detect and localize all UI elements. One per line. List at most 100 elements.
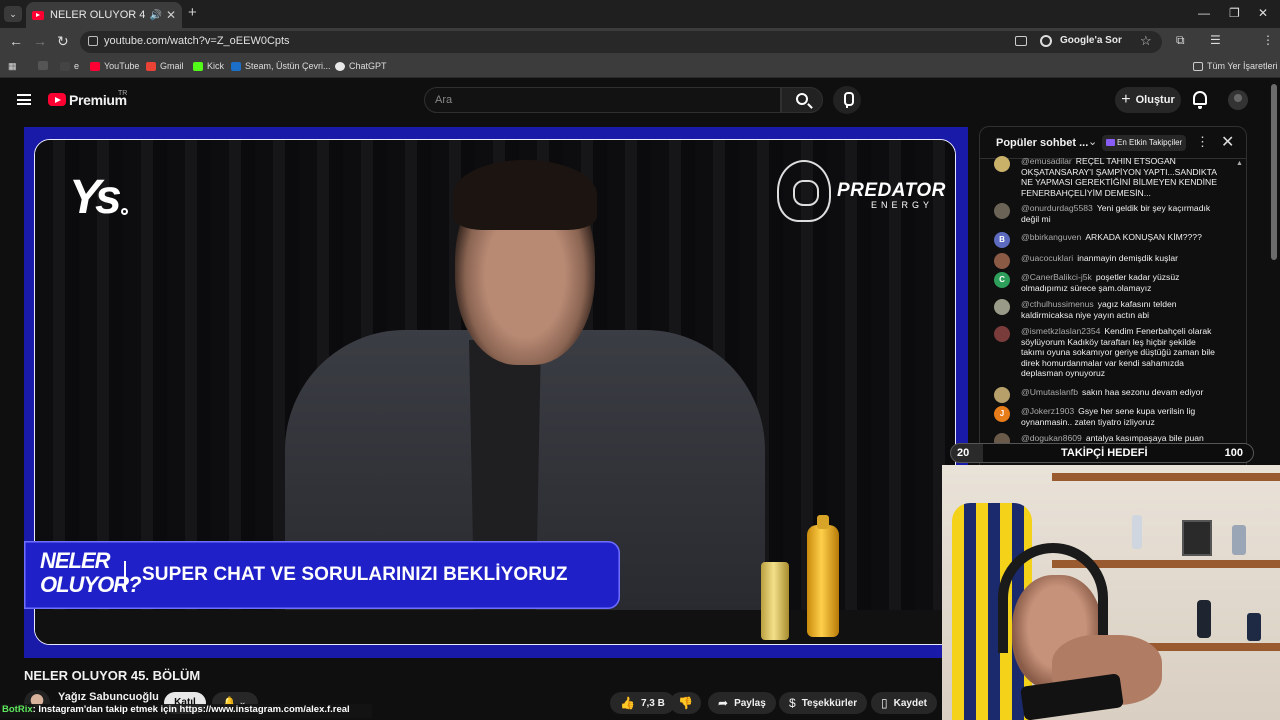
chat-username[interactable]: @Umutaslanfb [1021,387,1078,397]
minimize-icon[interactable]: — [1198,6,1210,20]
extensions-icon[interactable]: ⧉ [1176,33,1185,48]
chat-scrollbar[interactable]: ▲ [1236,160,1243,442]
chat-username[interactable]: @cthulhussimenus [1021,299,1094,309]
cast-icon[interactable] [1015,36,1027,46]
chat-text: inanmayin demişdik kuşlar [1077,253,1178,263]
thumbs-down-icon: 👎 [678,696,693,710]
chat-mode-title[interactable]: Popüler sohbet ... [996,137,1088,149]
menu-icon[interactable] [17,94,31,105]
account-avatar[interactable] [1228,90,1248,110]
notifications-icon[interactable] [1193,91,1207,109]
predator-tiger-icon [777,160,831,222]
site-info-icon[interactable] [88,36,98,46]
search-button[interactable] [781,87,823,113]
user-avatar [994,253,1010,269]
search-icon [796,93,808,105]
maximize-icon[interactable]: ❐ [1229,6,1240,20]
youtube-header: Premium TR +Oluştur [0,78,1280,122]
streamer-webcam [942,465,1280,720]
user-avatar [994,387,1010,403]
back-icon[interactable]: ← [9,33,23,49]
perfume-bottle [1247,613,1261,641]
bookmark-e[interactable]: e [60,61,79,71]
top-fans-badge[interactable]: En Etkin Takipçiler [1102,135,1187,151]
channel-name[interactable]: Yağız Sabuncuoğlu [58,691,159,703]
speaker-icon[interactable]: 🔊 [149,10,161,21]
bookmark-gmail[interactable]: Gmail [146,61,184,71]
search-box [424,87,781,113]
create-button[interactable]: + Oluştur [1115,87,1181,113]
chat-text: sakın haa sezonu devam ediyor [1081,387,1204,397]
chat-username[interactable]: @CanerBalikci-j5k [1021,272,1092,282]
google-lens-icon [1040,35,1052,47]
video-title: NELER OLUYOR 45. BÖLÜM [24,668,201,683]
bookmark-icon [60,61,70,71]
bot-chat-ticker: BotRix: Instagram'dan takip etmek için h… [0,704,372,718]
chevron-down-icon[interactable]: ⌄ [1088,135,1097,148]
bookmark-steam-dark[interactable] [38,61,48,70]
youtube-favicon-icon [32,10,44,20]
chat-close-icon[interactable]: ✕ [1221,132,1234,152]
chat-username[interactable]: @uacocuklari [1021,253,1073,263]
folder-icon [1193,61,1203,71]
forward-icon[interactable]: → [33,33,47,49]
chat-username[interactable]: @bbirkanguven [1021,232,1081,242]
all-bookmarks[interactable]: Tüm Yer İşaretleri [1193,61,1278,71]
goal-label: TAKİPÇİ HEDEFİ [1061,447,1148,459]
dislike-button[interactable]: 👎 [670,692,701,714]
reading-list-icon[interactable]: ☰ [1210,33,1221,47]
new-tab-button[interactable]: + [188,4,197,21]
browser-tab[interactable]: NELER OLUYOR 45. BÖLÜM 🔊 ✕ [26,2,182,28]
bookmarks-bar: ▦ e YouTube Gmail Kick Steam, Üstün Çevr… [0,56,1280,78]
chat-more-icon[interactable]: ⋮ [1196,134,1209,150]
save-button[interactable]: ▯ Kaydet [871,692,937,714]
scroll-up-icon[interactable]: ▲ [1236,160,1243,167]
kick-icon [193,61,203,71]
like-button[interactable]: 👍 7,3 B [610,692,675,714]
perfume-bottle [1232,525,1246,555]
follower-goal-bar: 20 TAKİPÇİ HEDEFİ 100 [950,443,1254,463]
browser-tab-strip: ⌄ NELER OLUYOR 45. BÖLÜM 🔊 ✕ + — ❐ ✕ [0,0,1280,28]
tab-close-icon[interactable]: ✕ [166,8,176,22]
perfume-bottle [1132,515,1142,549]
chat-username[interactable]: @dogukan8609 [1021,433,1082,443]
thanks-label: Teşekkürler [801,697,858,709]
bookmark-steam[interactable]: Steam, Üstün Çevri... [231,61,331,71]
user-avatar: C [994,272,1010,288]
divider [124,561,126,589]
reload-icon[interactable]: ↻ [57,33,69,50]
create-label: Oluştur [1135,94,1175,106]
google-ask-button[interactable]: Google'a Sor [1060,35,1122,46]
energy-bottle [807,515,839,637]
bookmark-chatgpt[interactable]: ChatGPT [335,61,387,71]
address-bar[interactable]: youtube.com/watch?v=Z_oEEW0Cpts Google'a… [80,31,1162,53]
share-button[interactable]: ➦ Paylaş [708,692,776,714]
voice-search-icon[interactable] [833,86,861,114]
app-icon [38,61,48,70]
thermos [1197,600,1211,638]
chat-username[interactable]: @ismetkzlaslan2354 [1021,326,1100,336]
user-avatar: J [994,406,1010,422]
bookmark-icon: ▯ [881,696,888,710]
bookmark-star-icon[interactable]: ☆ [1140,33,1152,49]
chat-username[interactable]: @onurdurdag5583 [1021,203,1093,213]
browser-menu-icon[interactable]: ⋮ [1262,33,1274,47]
bookmark-label: ChatGPT [349,61,387,71]
chat-username[interactable]: @Jokerz1903 [1021,406,1074,416]
thanks-icon: $ [789,696,796,710]
bookmark-youtube[interactable]: YouTube [90,61,139,71]
chat-text: ARKADA KONUŞAN KİM???? [1085,232,1202,242]
chat-username[interactable]: @emusadilar [1021,156,1072,166]
apps-grid-icon[interactable]: ▦ [8,61,17,72]
user-avatar [994,299,1010,315]
search-input[interactable] [425,88,780,112]
bookmark-label: YouTube [104,61,140,71]
bookmark-kick[interactable]: Kick [193,61,224,71]
window-close-icon[interactable]: ✕ [1258,6,1268,20]
youtube-logo-icon[interactable] [48,93,66,106]
bot-name: BotRix [2,704,33,715]
page-scrollbar[interactable] [1271,84,1277,260]
tab-search-button[interactable]: ⌄ [4,6,22,22]
thanks-button[interactable]: $ Teşekkürler [779,692,868,714]
video-player[interactable]: Ys PREDATOR ENERGY NELER OLUYOR? SUPER C… [24,127,968,658]
